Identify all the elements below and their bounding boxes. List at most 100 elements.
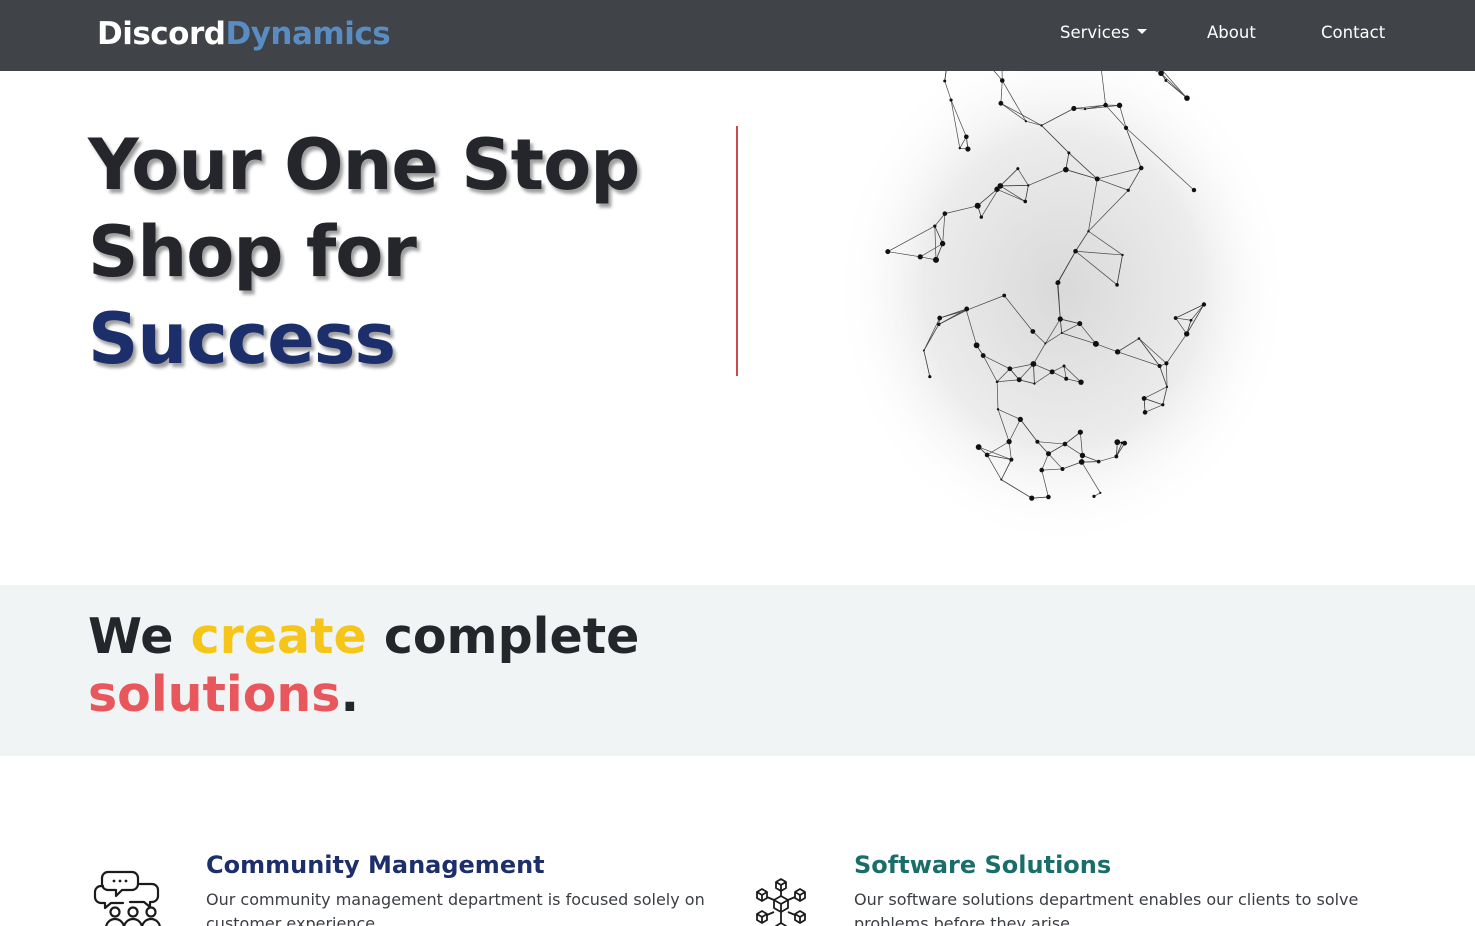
- mesh-node: [1126, 188, 1130, 192]
- mesh-node: [1141, 395, 1147, 401]
- mesh-node: [937, 322, 941, 327]
- mesh-node: [1002, 293, 1007, 298]
- mesh-node: [1039, 467, 1045, 473]
- mesh-node: [1201, 302, 1207, 307]
- mesh-node: [1184, 331, 1190, 337]
- mesh-node: [1071, 105, 1077, 112]
- blockchain-cubes-icon: [756, 878, 806, 926]
- mesh-node: [1060, 466, 1065, 471]
- mesh-node: [1045, 451, 1051, 457]
- nav-services-dropdown[interactable]: Services: [1060, 22, 1147, 44]
- mesh-node: [1137, 337, 1141, 340]
- mesh-node: [1142, 410, 1148, 415]
- brand-name-part1: Discord: [97, 16, 226, 52]
- hero-line-3: Success: [88, 298, 396, 380]
- mesh-node: [1040, 124, 1043, 127]
- mesh-node: [1029, 495, 1035, 501]
- mesh-node: [1092, 494, 1096, 499]
- mesh-node: [996, 408, 1000, 411]
- mesh-node: [922, 349, 925, 352]
- mesh-node: [975, 444, 982, 450]
- mesh-node: [1161, 403, 1165, 407]
- mesh-node: [1094, 176, 1100, 182]
- mesh-node: [995, 380, 999, 384]
- mesh-node: [1123, 125, 1129, 130]
- mesh-node: [1055, 281, 1060, 285]
- mesh-node: [1114, 439, 1121, 446]
- mesh-node: [1016, 377, 1022, 383]
- nav-about-link[interactable]: About: [1207, 22, 1256, 44]
- service-title: Community Management: [206, 851, 545, 879]
- mesh-node: [973, 342, 980, 349]
- mesh-node: [1030, 329, 1036, 334]
- mesh-node: [1064, 376, 1069, 381]
- mesh-node: [1077, 321, 1083, 327]
- mesh-node: [937, 315, 943, 321]
- mesh-node: [1092, 340, 1099, 347]
- service-description: Our software solutions department enable…: [854, 890, 1359, 926]
- mesh-node: [1009, 457, 1014, 462]
- mesh-node: [1173, 316, 1178, 320]
- mesh-node: [1063, 166, 1069, 173]
- tagline-word-we: We: [88, 608, 174, 665]
- nav-services-label: Services: [1060, 23, 1130, 42]
- mesh-node: [965, 146, 971, 152]
- mesh-node: [965, 309, 968, 312]
- mesh-node: [1024, 120, 1028, 123]
- mesh-node: [1078, 379, 1084, 385]
- mesh-node: [1060, 331, 1063, 334]
- nav-contact-link[interactable]: Contact: [1321, 22, 1385, 44]
- mesh-node: [964, 134, 969, 140]
- mesh-node: [1073, 248, 1078, 254]
- mesh-node: [949, 98, 953, 102]
- mesh-node: [1049, 369, 1055, 375]
- mesh-node: [1067, 151, 1071, 155]
- mesh-node: [1035, 439, 1040, 444]
- mesh-node: [1121, 253, 1124, 257]
- mesh-node: [1122, 440, 1128, 446]
- tagline-period: .: [340, 666, 360, 723]
- mesh-node: [1189, 318, 1193, 322]
- mesh-node: [1062, 364, 1066, 368]
- mesh-node: [1046, 494, 1051, 500]
- mesh-node: [1062, 441, 1068, 447]
- mesh-node: [1017, 416, 1023, 422]
- mesh-node: [979, 215, 984, 219]
- mesh-node: [1007, 366, 1013, 372]
- tagline-word-create: create: [190, 608, 367, 665]
- hero-divider: [736, 126, 738, 376]
- mesh-node: [997, 183, 1004, 189]
- mesh-node: [943, 79, 947, 83]
- mesh-node: [999, 78, 1005, 83]
- brand-name-part2: Dynamics: [225, 16, 391, 52]
- hero-heading: Your One Stop Shop for Success: [88, 122, 640, 383]
- mesh-node: [1138, 165, 1144, 171]
- mesh-node: [1184, 95, 1190, 101]
- mesh-node: [974, 202, 981, 209]
- mesh-node: [1157, 363, 1162, 368]
- mesh-node: [1087, 230, 1090, 233]
- mesh-node: [1096, 459, 1101, 464]
- mesh-node: [1191, 187, 1197, 193]
- mesh-node: [1164, 79, 1168, 82]
- mesh-node: [1158, 70, 1164, 77]
- mesh-node: [1099, 491, 1102, 494]
- chevron-down-icon: [1136, 29, 1147, 34]
- mesh-node: [1083, 107, 1087, 111]
- mesh-node: [984, 452, 990, 458]
- chat-people-icon: [93, 870, 161, 926]
- mesh-node: [1030, 361, 1037, 367]
- mesh-node: [1165, 385, 1169, 388]
- mesh-node: [1078, 459, 1085, 465]
- brand-logo[interactable]: DiscordDynamics: [97, 14, 391, 54]
- mesh-node: [928, 375, 932, 379]
- mesh-node: [1027, 184, 1030, 187]
- hero-line-2: Shop for: [88, 211, 417, 293]
- mesh-node: [1023, 199, 1028, 204]
- hero-line-1: Your One Stop: [88, 124, 640, 206]
- mesh-node: [1044, 342, 1047, 345]
- mesh-node: [933, 256, 940, 263]
- service-description: Our community management department is f…: [206, 890, 705, 926]
- mesh-node: [1115, 283, 1119, 287]
- mesh-node: [1057, 316, 1063, 322]
